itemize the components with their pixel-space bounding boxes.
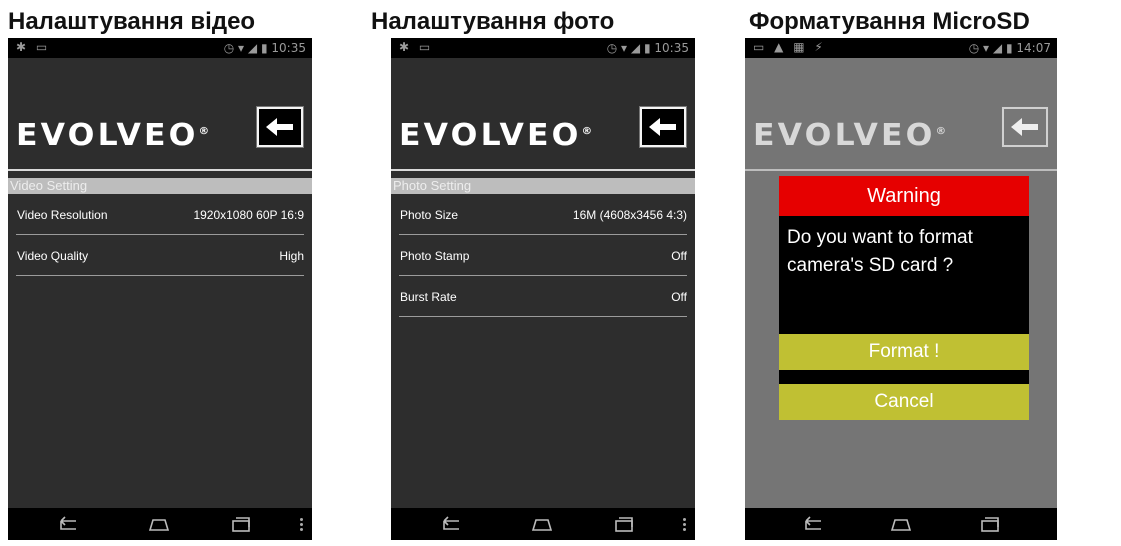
- wifi-icon: ▾: [238, 41, 245, 55]
- battery-icon: ▮: [643, 41, 651, 55]
- setting-label: Burst Rate: [400, 290, 457, 304]
- evolveo-logo: EVOLVEO®: [16, 118, 210, 153]
- alarm-icon: ◷: [606, 41, 618, 55]
- battery-icon: ▮: [260, 41, 268, 55]
- settings-list: Video Resolution 1920x1080 60P 16:9 Vide…: [8, 194, 312, 276]
- status-bar: ▭ ▲ ▦ ⚡ ◷ ▾ ◢ ▮ 14:07: [745, 38, 1057, 58]
- caption-format-microsd: Форматування MicroSD: [749, 8, 1030, 35]
- setting-value: Off: [671, 249, 687, 263]
- app-header: EVOLVEO®: [8, 58, 312, 168]
- wifi-icon: ▾: [621, 41, 628, 55]
- nav-home-icon[interactable]: [890, 515, 912, 533]
- overflow-menu-icon[interactable]: [300, 518, 304, 532]
- phone-video-settings: ✱ ▭ ◷ ▾ ◢ ▮ 10:35 EVOLVEO® Video Setting…: [8, 38, 312, 540]
- setting-value: 1920x1080 60P 16:9: [193, 208, 304, 222]
- nav-back-icon[interactable]: [56, 515, 78, 533]
- status-bar: ✱ ▭ ◷ ▾ ◢ ▮ 10:35: [391, 38, 695, 58]
- android-nav-bar: [745, 508, 1057, 540]
- wifi-icon: ▾: [983, 41, 990, 55]
- setting-row-burst-rate[interactable]: Burst Rate Off: [399, 276, 687, 317]
- setting-value: Off: [671, 290, 687, 304]
- dialog-message: Do you want to format camera's SD card ?: [779, 216, 1029, 334]
- android-nav-bar: [391, 508, 695, 540]
- dialog-separator: [779, 370, 1029, 384]
- setting-label: Video Resolution: [17, 208, 108, 222]
- nav-recents-icon[interactable]: [230, 515, 252, 533]
- nav-home-icon[interactable]: [531, 515, 553, 533]
- caption-video-settings: Налаштування відео: [8, 8, 256, 35]
- setting-row-photo-stamp[interactable]: Photo Stamp Off: [399, 235, 687, 276]
- setting-label: Photo Size: [400, 208, 459, 222]
- battery-icon: ▮: [1005, 41, 1013, 55]
- alarm-icon: ◷: [968, 41, 980, 55]
- status-right: ◷ ▾ ◢ ▮ 14:07: [969, 41, 1051, 55]
- alarm-icon: ◷: [223, 41, 235, 55]
- overflow-menu-icon[interactable]: [683, 518, 687, 532]
- header-divider: [8, 169, 312, 171]
- status-time: 10:35: [654, 41, 689, 55]
- nav-home-icon[interactable]: [148, 515, 170, 533]
- back-button[interactable]: [256, 106, 304, 148]
- header-divider: [391, 169, 695, 171]
- status-time: 10:35: [271, 41, 306, 55]
- back-arrow-icon: [1011, 118, 1038, 136]
- nav-recents-icon[interactable]: [613, 515, 635, 533]
- section-header: Photo Setting: [391, 178, 695, 194]
- setting-row-video-quality[interactable]: Video Quality High: [16, 235, 304, 276]
- status-notification-icons: ▭ ▲ ▦ ⚡: [753, 40, 826, 54]
- back-button[interactable]: [639, 106, 687, 148]
- phone-photo-settings: ✱ ▭ ◷ ▾ ◢ ▮ 10:35 EVOLVEO® Photo Setting…: [391, 38, 695, 540]
- back-button[interactable]: [1001, 106, 1049, 148]
- status-notification-icons: ✱ ▭: [399, 40, 434, 54]
- signal-icon: ◢: [630, 41, 641, 55]
- setting-row-photo-size[interactable]: Photo Size 16M (4608x3456 4:3): [399, 194, 687, 235]
- format-button[interactable]: Format !: [779, 334, 1029, 370]
- header-divider: [745, 169, 1057, 171]
- status-right: ◷ ▾ ◢ ▮ 10:35: [224, 41, 306, 55]
- settings-list: Photo Size 16M (4608x3456 4:3) Photo Sta…: [391, 194, 695, 317]
- nav-recents-icon[interactable]: [979, 515, 1001, 533]
- section-header: Video Setting: [8, 178, 312, 194]
- nav-back-icon[interactable]: [801, 515, 823, 533]
- evolveo-logo: EVOLVEO®: [753, 118, 947, 153]
- setting-value: High: [279, 249, 304, 263]
- signal-icon: ◢: [992, 41, 1003, 55]
- caption-photo-settings: Налаштування фото: [371, 8, 615, 35]
- evolveo-logo: EVOLVEO®: [399, 118, 593, 153]
- android-nav-bar: [8, 508, 312, 540]
- setting-value: 16M (4608x3456 4:3): [572, 208, 687, 222]
- app-header: EVOLVEO®: [745, 58, 1057, 168]
- back-arrow-icon: [266, 118, 293, 136]
- back-arrow-icon: [649, 118, 676, 136]
- status-time: 14:07: [1016, 41, 1051, 55]
- dialog-title: Warning: [779, 176, 1029, 216]
- status-notification-icons: ✱ ▭: [16, 40, 51, 54]
- setting-row-video-resolution[interactable]: Video Resolution 1920x1080 60P 16:9: [16, 194, 304, 235]
- app-header: EVOLVEO®: [391, 58, 695, 168]
- setting-label: Video Quality: [17, 249, 89, 263]
- nav-back-icon[interactable]: [439, 515, 461, 533]
- status-right: ◷ ▾ ◢ ▮ 10:35: [607, 41, 689, 55]
- phone-format-dialog: ▭ ▲ ▦ ⚡ ◷ ▾ ◢ ▮ 14:07 EVOLVEO® Warning D…: [745, 38, 1057, 540]
- cancel-button[interactable]: Cancel: [779, 384, 1029, 420]
- signal-icon: ◢: [247, 41, 258, 55]
- status-bar: ✱ ▭ ◷ ▾ ◢ ▮ 10:35: [8, 38, 312, 58]
- setting-label: Photo Stamp: [400, 249, 470, 263]
